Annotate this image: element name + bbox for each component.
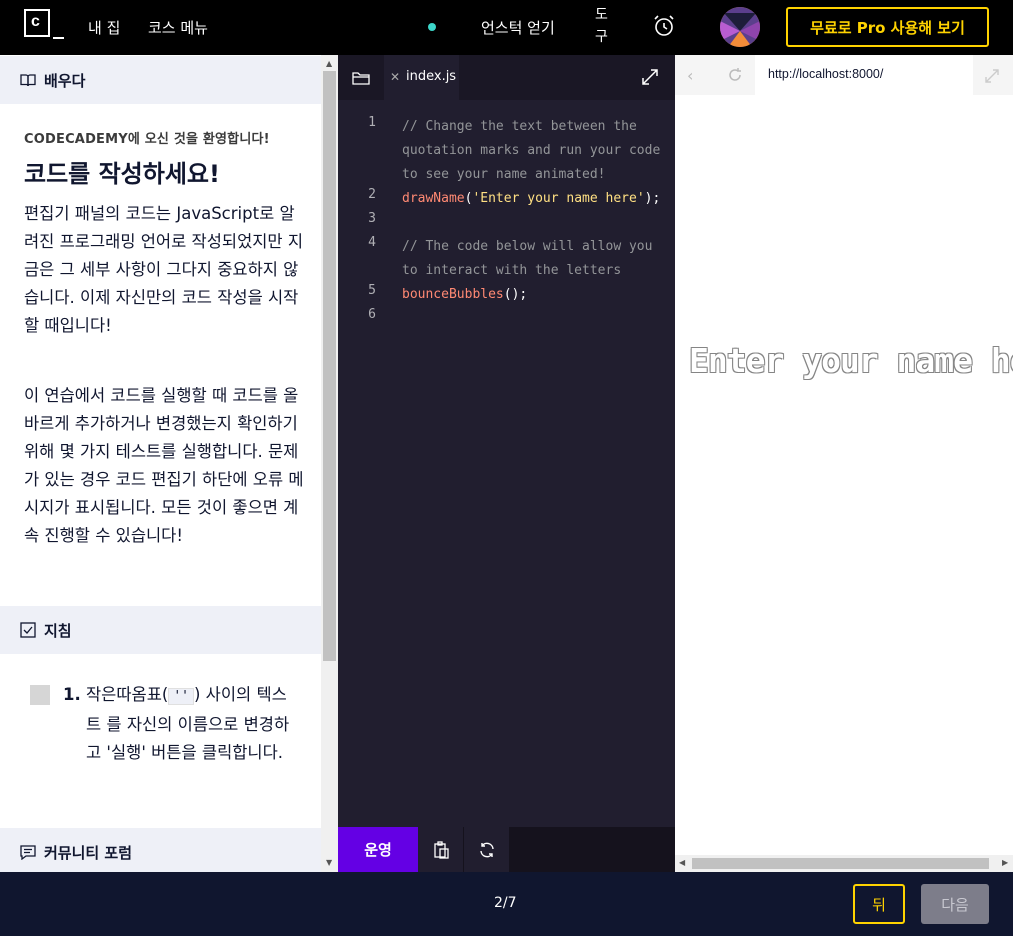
- task-text: 작은따옴표('') 사이의 텍스트 를 자신의 이름으로 변경하고 '실행' 버…: [86, 681, 301, 767]
- code-line-4[interactable]: // The code below will allow you to inte…: [402, 235, 672, 283]
- lesson-paragraph-1: 편집기 패널의 코드는 JavaScript로 알려진 프로그래밍 언어로 작성…: [24, 204, 304, 335]
- browser-preview: ‹ http://localhost:8000/ Enter your name…: [675, 55, 1013, 872]
- reset-code-button[interactable]: [464, 827, 509, 872]
- browser-toolbar: ‹ http://localhost:8000/: [675, 55, 1013, 95]
- scroll-up-icon[interactable]: ▲: [326, 59, 332, 68]
- logo-glyph: c: [31, 13, 40, 30]
- scroll-right-icon[interactable]: ▶: [1002, 858, 1008, 867]
- browser-refresh-icon[interactable]: [727, 67, 743, 83]
- book-icon: [20, 74, 36, 87]
- browser-horizontal-scrollbar[interactable]: ◀ ▶: [675, 855, 1013, 872]
- code-line-2[interactable]: drawName('Enter your name here');: [402, 187, 672, 211]
- code-fn-bouncebubbles: bounceBubbles: [402, 287, 504, 302]
- checkbox-icon: [20, 622, 36, 638]
- codecademy-logo[interactable]: c: [24, 9, 50, 37]
- next-button[interactable]: 다음: [921, 884, 989, 924]
- back-arrow-icon[interactable]: ‹: [687, 66, 693, 85]
- progress-indicator[interactable]: 2/7: [494, 895, 517, 911]
- refresh-icon: [479, 842, 494, 857]
- line-number: 5: [368, 283, 376, 298]
- browser-scrollbar-thumb[interactable]: [692, 858, 989, 869]
- scroll-down-icon[interactable]: ▼: [326, 858, 332, 867]
- lesson-paragraph-2: 이 연습에서 코드를 실행할 때 코드를 올바르게 추가하거나 변경했는지 확인…: [24, 386, 304, 545]
- get-unstuck-button[interactable]: 언스턱 얻기: [481, 17, 555, 38]
- code-parens: ();: [503, 287, 528, 302]
- instructions-header: 지침: [0, 606, 321, 654]
- top-navigation-bar: c 내 집 코스 메뉴 언스턱 얻기 도구 무료로 Pro 사용해 보기: [0, 0, 1013, 55]
- learn-panel: 배우다 CODECADEMY에 오신 것을 환영합니다! 코드를 작성하세요! …: [0, 55, 338, 872]
- user-avatar[interactable]: [720, 7, 760, 47]
- line-number: 3: [368, 211, 376, 226]
- line-number: 4: [368, 235, 376, 250]
- folder-icon: [351, 71, 370, 85]
- nav-my-home[interactable]: 내 집: [88, 17, 120, 38]
- chat-icon: [20, 845, 36, 860]
- editor-action-bar: 운영: [338, 827, 675, 872]
- copy-code-button[interactable]: [418, 827, 463, 872]
- task-checkbox: [30, 685, 50, 705]
- animated-name-preview[interactable]: Enter your name here: [689, 341, 1013, 380]
- run-button[interactable]: 운영: [338, 827, 418, 872]
- browser-expand-icon[interactable]: [983, 67, 1001, 85]
- line-number: 6: [368, 307, 376, 322]
- code-fn-drawname: drawName: [402, 191, 465, 206]
- back-button[interactable]: 뒤: [853, 884, 905, 924]
- code-line-5[interactable]: bounceBubbles();: [402, 283, 672, 307]
- browser-url-bar[interactable]: http://localhost:8000/: [755, 55, 973, 95]
- editor-tab-bar: ✕ index.js: [338, 55, 675, 100]
- file-browser-button[interactable]: [338, 55, 383, 100]
- expand-editor-icon[interactable]: [640, 67, 660, 87]
- line-number: 1: [368, 115, 376, 130]
- code-paren-close: );: [644, 191, 661, 206]
- lesson-title: 코드를 작성하세요!: [24, 160, 220, 188]
- task-number: 1.: [63, 685, 81, 704]
- instructions-header-label: 지침: [44, 621, 72, 640]
- alarm-clock-icon[interactable]: [652, 14, 676, 38]
- task-text-before: 작은따옴표(: [86, 685, 169, 704]
- scroll-left-icon[interactable]: ◀: [679, 858, 685, 867]
- close-tab-icon[interactable]: ✕: [390, 70, 400, 84]
- learn-header-label: 배우다: [44, 71, 86, 90]
- file-tab-index-js[interactable]: ✕ index.js: [384, 55, 459, 100]
- code-line-1[interactable]: // Change the text between the quotation…: [402, 115, 672, 187]
- clipboard-icon: [433, 840, 449, 859]
- task-inline-code: '': [168, 688, 194, 705]
- file-tab-label: index.js: [406, 69, 457, 84]
- browser-url-text: http://localhost:8000/: [768, 67, 884, 81]
- try-pro-button[interactable]: 무료로 Pro 사용해 보기: [786, 7, 989, 47]
- logo-underscore: [53, 37, 64, 39]
- learn-scrollbar-thumb[interactable]: [323, 71, 336, 661]
- status-dot: [428, 23, 436, 31]
- line-number: 2: [368, 187, 376, 202]
- forum-header[interactable]: 커뮤니티 포럼: [0, 828, 321, 872]
- code-string: 'Enter your name here': [472, 191, 645, 206]
- lesson-footer: 2/7 뒤 다음: [0, 872, 1013, 936]
- nav-course-menu[interactable]: 코스 메뉴: [148, 17, 208, 38]
- tools-menu[interactable]: 도구: [595, 4, 611, 48]
- welcome-text: CODECADEMY에 오신 것을 환영합니다!: [24, 132, 270, 147]
- code-editor: ✕ index.js 1 // Change the text between …: [338, 55, 675, 872]
- learn-header: 배우다: [0, 56, 321, 104]
- forum-header-label: 커뮤니티 포럼: [44, 843, 133, 862]
